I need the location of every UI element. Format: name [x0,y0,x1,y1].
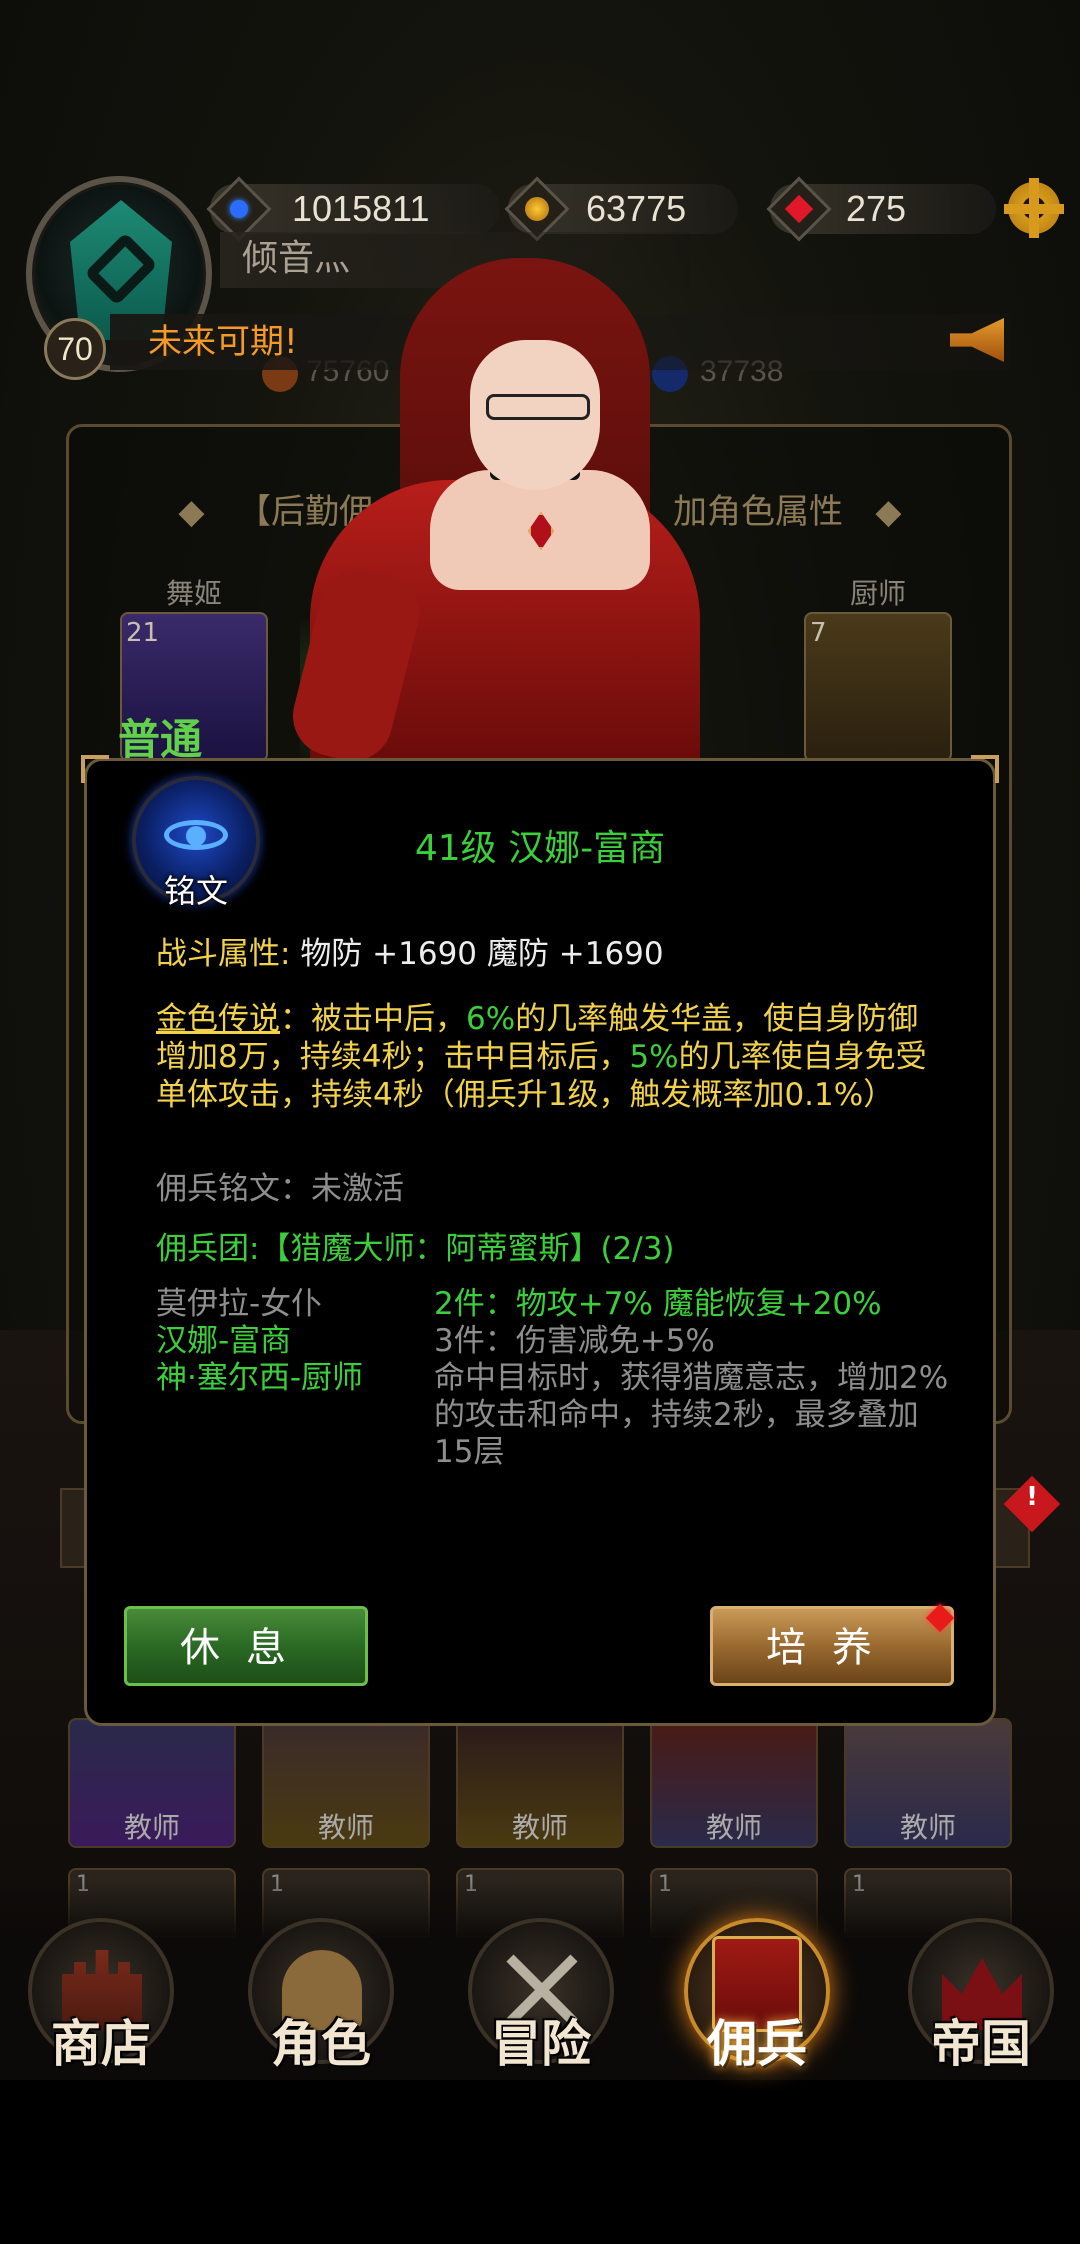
inscription-status: 佣兵铭文：未激活 [156,1171,404,1207]
combat-label: 战斗属性: [156,936,291,972]
character-glasses [486,394,590,420]
alert-mark: ! [1026,1482,1038,1512]
group-label: 佣兵团: [156,1231,260,1267]
settings-gear-icon[interactable] [1004,178,1064,238]
player-level-badge: 70 [44,318,106,380]
group-member-3: 神·塞尔西-厨师 [156,1360,364,1396]
train-button[interactable]: 培养 [710,1606,954,1686]
mercenary-card-label: 教师 [511,1811,568,1844]
mercenary-title: 41级 汉娜-富商 [414,828,666,869]
nav-label-empire: 帝国 [931,2015,1031,2073]
set-bonus-2: 2件：物攻+7% 魔能恢复+20% [434,1286,882,1322]
nav-label-character: 角色 [271,2015,371,2073]
legend-skill-text: 金色传说：被击中后，6%的几率触发华盖，使自身防御增加8万，持续4秒；击中目标后… [156,1001,927,1113]
ruby-count: 275 [846,188,907,229]
gold-count: 63775 [586,188,687,229]
nav-label-mercenary: 佣兵 [707,2015,807,2073]
combat-value: 物防 +1690 魔防 +1690 [300,936,664,972]
set-bonus-3: 3件：伤害减免+5% [434,1323,715,1359]
player-name: 倾音灬 [242,238,351,279]
nav-label-shop: 商店 [51,2015,151,2073]
group-name: 【猎魔大师：阿蒂蜜斯】(2/3) [259,1231,675,1267]
mercenary-card-label: 教师 [899,1811,956,1844]
combat-attributes: 战斗属性: 物防 +1690 魔防 +1690 [156,935,936,973]
mercenary-card-label: 教师 [705,1811,762,1844]
role-label-dancer: 舞姬 [166,577,223,610]
mercenary-group: 佣兵团:【猎魔大师：阿蒂蜜斯】(2/3) [156,1230,936,1268]
group-member-1: 莫伊拉-女仆 [156,1286,323,1322]
mercenary-card-label: 教师 [317,1811,374,1844]
role-card-num: 21 [126,618,160,648]
role-card-num: 7 [810,618,827,648]
gem-count: 1015811 [292,188,430,229]
mercenary-card-label: 教师 [123,1811,180,1844]
nav-label-adventure: 冒险 [491,2015,591,2073]
role-label-chef: 厨师 [850,577,907,610]
rest-button[interactable]: 休息 [124,1606,368,1686]
announcement-text: 未来可期! [148,322,298,362]
legend-label: 金色传说 [156,1001,280,1037]
set-bonus-3-desc: 命中目标时，获得猎魔意志，增加2%的攻击和命中，持续2秒，最多叠加15层 [434,1360,949,1470]
group-member-2: 汉娜-富商 [156,1323,292,1359]
